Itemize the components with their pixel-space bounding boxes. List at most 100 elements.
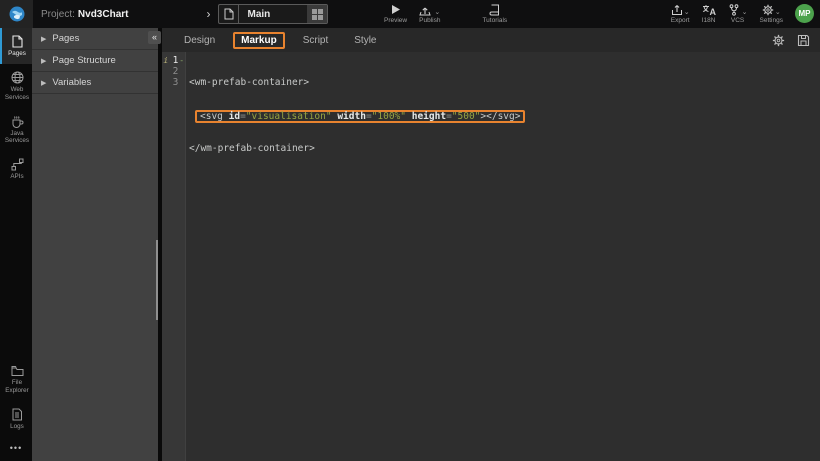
- expand-arrow-icon: ▶: [41, 57, 46, 65]
- attr-id: id: [229, 111, 240, 122]
- grid-icon-glyph: [312, 9, 323, 20]
- play-icon: [390, 3, 401, 16]
- panel-section-page-structure[interactable]: ▶ Page Structure: [32, 50, 158, 72]
- expand-arrow-icon: ▶: [41, 35, 46, 43]
- globe-icon: [11, 71, 24, 84]
- rail-label-java-services: Java Services: [2, 130, 32, 146]
- panel-section-pages[interactable]: ▶ Pages: [32, 28, 158, 50]
- project-label: Project:: [41, 9, 75, 20]
- page-file-icon: [219, 5, 239, 23]
- rail-more-button[interactable]: •••: [0, 437, 32, 461]
- editor-gutter: i 1 - 2 3: [162, 52, 186, 461]
- translate-icon: A: [702, 3, 716, 16]
- editor-area: Design Markup Script Style i 1 -: [162, 28, 820, 461]
- left-rail: Pages Web Services Java Services APIs F: [0, 28, 32, 461]
- grid-icon[interactable]: [307, 5, 327, 23]
- attr-height: height: [412, 111, 446, 122]
- publish-icon: ⌄: [419, 3, 440, 16]
- rail-item-web-services[interactable]: Web Services: [0, 64, 32, 108]
- line-number-3: 3: [170, 77, 179, 88]
- save-icon: [797, 34, 810, 47]
- rail-item-apis[interactable]: APIs: [0, 151, 32, 187]
- publish-chevron-icon: ⌄: [434, 8, 440, 16]
- branch-icon: ⌄: [728, 3, 748, 16]
- rail-item-logs[interactable]: Logs: [0, 401, 32, 437]
- header-center-toolbar: Preview ⌄ Publish Tutorials: [378, 0, 513, 28]
- publish-label: Publish: [419, 17, 440, 24]
- export-icon: ⌄: [671, 3, 690, 16]
- export-chevron-icon: ⌄: [684, 8, 690, 16]
- coffee-cup-icon: [11, 115, 24, 128]
- i18n-label: I18N: [702, 17, 716, 24]
- code-lines[interactable]: <wm-prefab-container> <svg id="visualisa…: [186, 52, 820, 461]
- book-icon: [489, 3, 500, 16]
- logs-icon: [11, 408, 23, 421]
- wavemaker-logo[interactable]: [0, 0, 33, 28]
- panel-divider: [158, 28, 162, 461]
- panel-section-variables-label: Variables: [52, 77, 91, 88]
- wavemaker-ide: Project:Nvd3Chart › Main Preview ⌄: [0, 0, 820, 461]
- line-number-1: 1: [170, 55, 179, 66]
- header-right-toolbar: ⌄ Export A I18N ⌄ VCS ⌄: [665, 0, 816, 28]
- panel-scrollbar[interactable]: [156, 240, 158, 320]
- svg-text:A: A: [709, 7, 716, 16]
- fold-toggle-icon[interactable]: -: [178, 56, 185, 65]
- export-button[interactable]: ⌄ Export: [665, 0, 696, 24]
- chevron-right-icon[interactable]: ›: [206, 7, 210, 21]
- rail-label-file-explorer: File Explorer: [2, 379, 32, 395]
- panel-section-page-structure-label: Page Structure: [52, 55, 115, 66]
- tutorials-button[interactable]: Tutorials: [476, 0, 513, 24]
- page-tab-main[interactable]: Main: [218, 4, 328, 24]
- code-line-2[interactable]: <svg id="visualisation" width="100%" hei…: [186, 110, 820, 121]
- pages-panel: ▶ Pages ▶ Page Structure ▶ Variables: [32, 28, 158, 461]
- preview-label: Preview: [384, 17, 407, 24]
- gutter-row-2: 2: [162, 66, 185, 77]
- rail-label-pages: Pages: [2, 50, 32, 58]
- close-tag: </wm-prefab-container>: [189, 143, 315, 154]
- vcs-label: VCS: [731, 17, 744, 24]
- panel-collapse-button[interactable]: «: [148, 31, 161, 44]
- vcs-button[interactable]: ⌄ VCS: [722, 0, 754, 24]
- gear-icon: [772, 34, 785, 47]
- settings-button[interactable]: ⌄ Settings: [754, 0, 790, 24]
- wavemaker-logo-icon: [9, 6, 25, 22]
- save-button[interactable]: [794, 32, 812, 48]
- i18n-button[interactable]: A I18N: [696, 0, 722, 24]
- info-icon[interactable]: i: [162, 56, 170, 65]
- user-avatar[interactable]: MP: [795, 4, 814, 23]
- settings-label: Settings: [760, 17, 784, 24]
- panel-section-variables[interactable]: ▶ Variables: [32, 72, 158, 94]
- rail-item-file-explorer[interactable]: File Explorer: [0, 358, 32, 401]
- code-editor[interactable]: i 1 - 2 3 <wm-prefab-container> <svg id=…: [162, 52, 820, 461]
- pages-icon: [11, 35, 23, 48]
- open-tag: <wm-prefab-container>: [189, 77, 309, 88]
- page-tab-label: Main: [239, 9, 307, 20]
- rail-label-web-services: Web Services: [2, 86, 32, 102]
- preview-button[interactable]: Preview: [378, 0, 413, 24]
- value-width: "100%": [372, 111, 406, 122]
- gear-icon: ⌄: [762, 3, 781, 16]
- rail-item-java-services[interactable]: Java Services: [0, 108, 32, 152]
- rail-item-pages[interactable]: Pages: [0, 28, 32, 64]
- export-label: Export: [671, 17, 690, 24]
- code-line-1[interactable]: <wm-prefab-container>: [186, 77, 820, 88]
- editor-tab-bar: Design Markup Script Style: [162, 28, 820, 52]
- tab-markup[interactable]: Markup: [233, 32, 285, 49]
- vcs-chevron-icon: ⌄: [742, 8, 748, 16]
- gutter-row-3: 3: [162, 77, 185, 88]
- expand-arrow-icon: ▶: [41, 79, 46, 87]
- tab-script[interactable]: Script: [295, 32, 337, 49]
- rail-spacer: [0, 187, 32, 358]
- editor-settings-button[interactable]: [769, 32, 787, 48]
- highlighted-svg-line[interactable]: <svg id="visualisation" width="100%" hei…: [195, 110, 525, 123]
- line-number-2: 2: [170, 66, 179, 77]
- attr-width: width: [337, 111, 366, 122]
- tab-style[interactable]: Style: [346, 32, 384, 49]
- value-height: "500": [452, 111, 481, 122]
- tab-design[interactable]: Design: [176, 32, 223, 49]
- settings-chevron-icon: ⌄: [775, 8, 781, 16]
- code-line-3[interactable]: </wm-prefab-container>: [186, 143, 820, 154]
- folder-icon: [11, 365, 24, 377]
- publish-button[interactable]: ⌄ Publish: [413, 0, 446, 24]
- editor-actions: [762, 32, 820, 48]
